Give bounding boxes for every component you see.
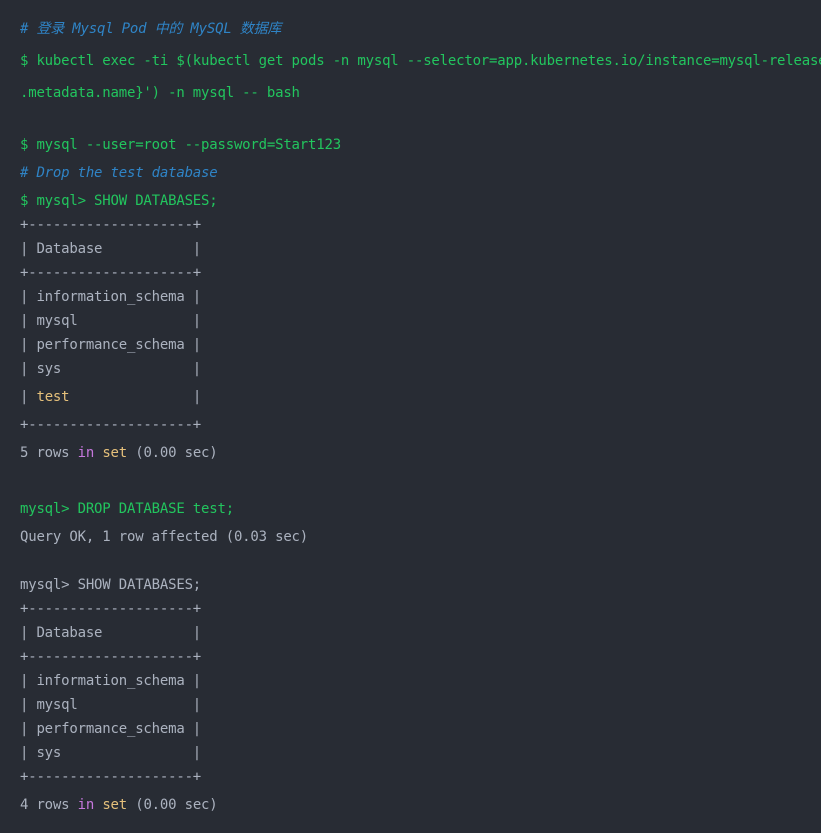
show-databases-command: $ mysql> SHOW DATABASES; (20, 193, 218, 209)
table-row: | information_schema | (20, 673, 202, 689)
table-header: | Database | (20, 241, 202, 257)
comment-drop: # Drop the test database (20, 165, 218, 181)
table-row-test: | test | (20, 386, 201, 408)
mysql-login-command: $ mysql --user=root --password=Start123 (20, 137, 341, 153)
comment-login: # 登录 Mysql Pod 中的 MySQL 数据库 (20, 21, 282, 37)
table-row: | sys | (20, 361, 202, 377)
table-header: | Database | (20, 625, 202, 641)
table-border: +--------------------+ (20, 265, 202, 281)
rows-summary: 5 rows in set (0.00 sec) (20, 445, 218, 461)
terminal-code-block: # 登录 Mysql Pod 中的 MySQL 数据库 $ kubectl ex… (0, 0, 821, 833)
table-border: +--------------------+ (20, 417, 202, 433)
table-row: | mysql | (20, 313, 202, 329)
drop-database-command: mysql> DROP DATABASE test; (20, 501, 234, 517)
kubectl-command: $ kubectl exec -ti $(kubectl get pods -n… (20, 53, 821, 69)
table-border: +--------------------+ (20, 601, 202, 617)
row-pipe: | (20, 389, 37, 405)
query-ok-result: Query OK, 1 row affected (0.03 sec) (20, 529, 309, 545)
test-database-name: test (36, 389, 70, 405)
table-border: +--------------------+ (20, 769, 202, 785)
table-row: | mysql | (20, 697, 202, 713)
row-pipe: | (69, 389, 202, 405)
table-row: | sys | (20, 745, 202, 761)
show-databases-command: mysql> SHOW DATABASES; (20, 577, 202, 593)
rows-summary: 4 rows in set (0.00 sec) (20, 797, 218, 813)
table-row: | information_schema | (20, 289, 202, 305)
table-border: +--------------------+ (20, 649, 202, 665)
table-row: | performance_schema | (20, 337, 202, 353)
kubectl-command-continuation: .metadata.name}') -n mysql -- bash (20, 85, 300, 101)
table-row: | performance_schema | (20, 721, 202, 737)
table-border: +--------------------+ (20, 217, 202, 233)
